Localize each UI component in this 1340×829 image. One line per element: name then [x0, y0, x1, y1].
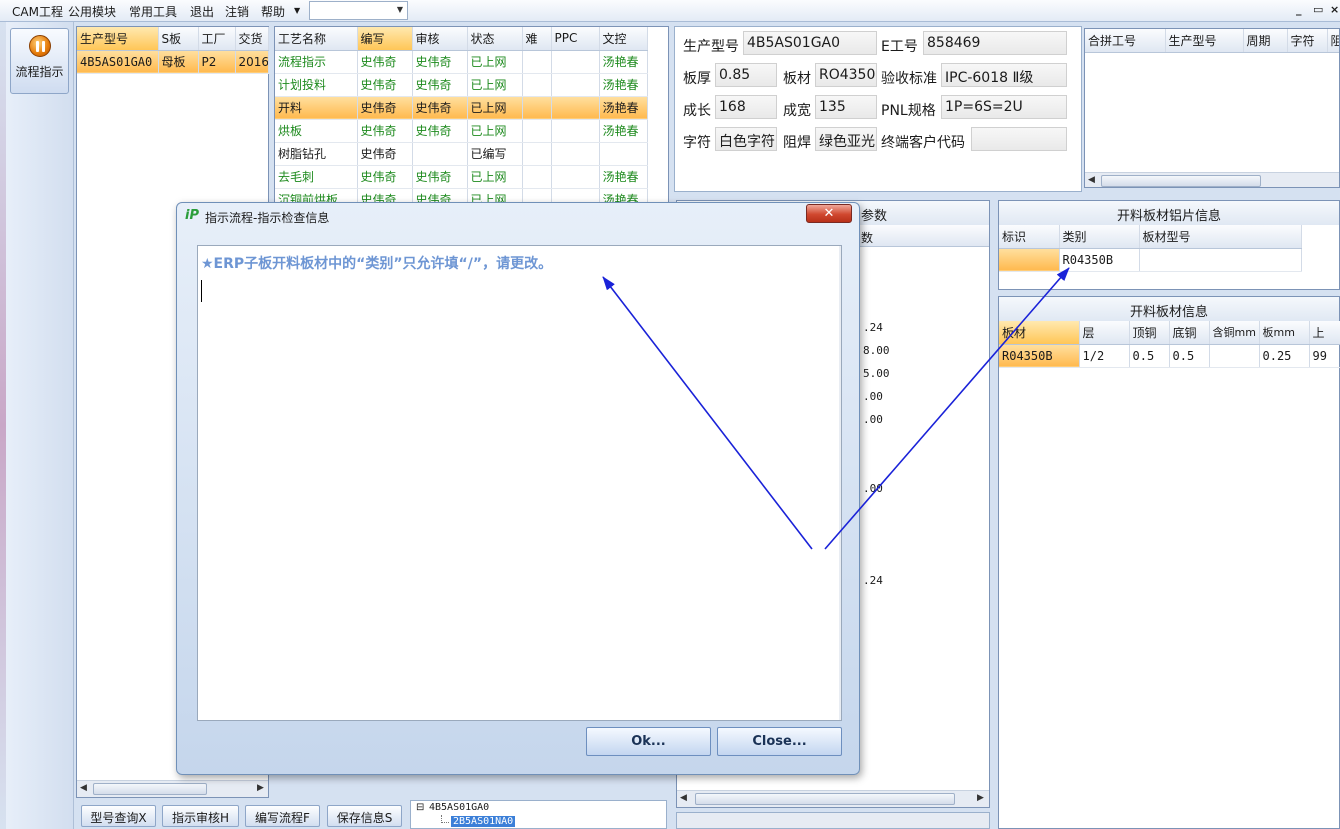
annotation-arrows [602, 267, 1070, 550]
arrow-to-message [602, 276, 813, 550]
arrow-to-category [824, 267, 1070, 550]
